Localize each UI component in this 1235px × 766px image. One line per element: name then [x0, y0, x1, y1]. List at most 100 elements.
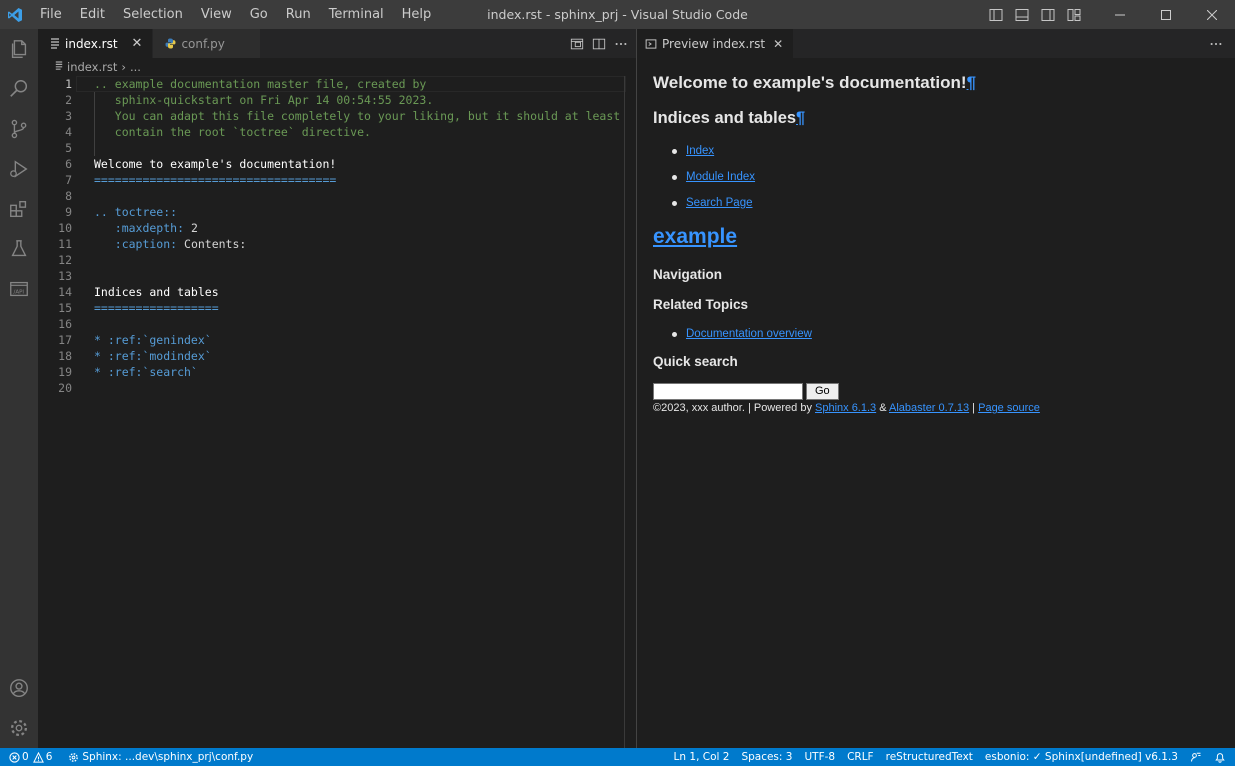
- code-line[interactable]: 13: [38, 268, 628, 284]
- code-line[interactable]: 11 :caption: Contents:: [38, 236, 628, 252]
- feedback-icon[interactable]: [1184, 748, 1208, 766]
- gear-icon: [68, 752, 79, 763]
- code-line[interactable]: 12: [38, 252, 628, 268]
- run-debug-icon[interactable]: [0, 149, 38, 189]
- testing-icon[interactable]: [0, 229, 38, 269]
- menu-selection[interactable]: Selection: [114, 0, 192, 29]
- go-button[interactable]: Go: [806, 383, 839, 400]
- notifications-bell-icon[interactable]: [1208, 748, 1235, 766]
- close-tab-icon[interactable]: ✕: [132, 36, 143, 51]
- sphinx-link[interactable]: Sphinx 6.1.3: [815, 402, 876, 414]
- quick-search-input[interactable]: [653, 383, 803, 400]
- eol-status[interactable]: CRLF: [841, 748, 880, 766]
- code-line[interactable]: 20: [38, 380, 628, 396]
- code-line[interactable]: 18 * :ref:`modindex`: [38, 348, 628, 364]
- problems-status[interactable]: 0 6: [0, 748, 58, 766]
- manage-gear-icon[interactable]: [0, 708, 38, 748]
- api-icon[interactable]: /API: [0, 269, 38, 309]
- source-control-icon[interactable]: [0, 109, 38, 149]
- code-token: .. toctree::: [94, 205, 178, 219]
- code-text: contain the root `toctree` directive.: [94, 124, 371, 140]
- code-line[interactable]: 7 ===================================: [38, 172, 628, 188]
- tab-preview-index-rst[interactable]: Preview index.rst ✕: [637, 29, 794, 58]
- toggle-primary-sidebar-icon[interactable]: [983, 0, 1009, 29]
- line-number: 12: [58, 253, 72, 267]
- minimize-icon[interactable]: [1097, 0, 1143, 29]
- code-line[interactable]: 2 sphinx-quickstart on Fri Apr 14 00:54:…: [38, 92, 628, 108]
- menu-go[interactable]: Go: [241, 0, 277, 29]
- alabaster-link[interactable]: Alabaster 0.7.13: [889, 402, 969, 414]
- sphinx-config-status[interactable]: Sphinx: ...dev\sphinx_prj\conf.py: [58, 748, 259, 766]
- close-window-icon[interactable]: [1189, 0, 1235, 29]
- search-icon[interactable]: [0, 69, 38, 109]
- code-line[interactable]: 19 * :ref:`search`: [38, 364, 628, 380]
- tab-index-rst[interactable]: index.rst ✕: [38, 29, 154, 58]
- page-source-link[interactable]: Page source: [978, 402, 1040, 414]
- cursor-position-status[interactable]: Ln 1, Col 2: [668, 748, 736, 766]
- code-line[interactable]: 6 Welcome to example's documentation!: [38, 156, 628, 172]
- code-line[interactable]: 16: [38, 316, 628, 332]
- explorer-icon[interactable]: [0, 29, 38, 69]
- index-link[interactable]: Index: [686, 145, 714, 157]
- code-line[interactable]: 10 :maxdepth: 2: [38, 220, 628, 236]
- chevron-right-icon: ›: [121, 60, 126, 74]
- code-line[interactable]: 17 * :ref:`genindex`: [38, 332, 628, 348]
- menu-terminal[interactable]: Terminal: [320, 0, 393, 29]
- preview-icon: [645, 38, 657, 50]
- menu-help[interactable]: Help: [393, 0, 441, 29]
- overview-ruler-border: [624, 76, 625, 748]
- code-token: You can adapt this file completely to yo…: [94, 109, 621, 123]
- toggle-panel-icon[interactable]: [1009, 0, 1035, 29]
- extensions-icon[interactable]: [0, 189, 38, 229]
- module-index-link[interactable]: Module Index: [686, 171, 755, 183]
- toggle-secondary-sidebar-icon[interactable]: [1035, 0, 1061, 29]
- code-line[interactable]: 9 .. toctree::: [38, 204, 628, 220]
- more-actions-icon[interactable]: [1209, 29, 1223, 58]
- permalink[interactable]: ¶: [796, 109, 805, 127]
- menu-run[interactable]: Run: [277, 0, 320, 29]
- more-actions-icon[interactable]: [610, 33, 632, 55]
- search-page-link[interactable]: Search Page: [686, 197, 753, 209]
- language-mode-status[interactable]: reStructuredText: [880, 748, 979, 766]
- navigation-heading: Navigation: [653, 267, 723, 282]
- line-number: 19: [58, 365, 72, 379]
- encoding-status[interactable]: UTF-8: [798, 748, 841, 766]
- code-line[interactable]: 5: [38, 140, 628, 156]
- line-number: 8: [65, 189, 72, 203]
- code-text: ==================: [94, 300, 219, 316]
- index-link-list: Index Module Index Search Page: [669, 143, 755, 221]
- code-line[interactable]: 3 You can adapt this file completely to …: [38, 108, 628, 124]
- maximize-icon[interactable]: [1143, 0, 1189, 29]
- breadcrumb-file[interactable]: index.rst: [67, 60, 117, 74]
- activity-bar: /API: [0, 29, 38, 748]
- code-token: sphinx-quickstart on Fri Apr 14 00:54:55…: [94, 93, 434, 107]
- code-token: * :ref:`genindex`: [94, 333, 212, 347]
- vscode-logo-icon: [0, 0, 29, 29]
- breadcrumb: index.rst › ...: [38, 58, 636, 76]
- line-number: 18: [58, 349, 72, 363]
- menu-edit[interactable]: Edit: [71, 0, 114, 29]
- line-number: 1: [65, 77, 72, 91]
- customize-layout-icon[interactable]: [1061, 0, 1087, 29]
- menu-view[interactable]: View: [192, 0, 241, 29]
- permalink[interactable]: ¶: [967, 73, 976, 92]
- tab-conf-py[interactable]: conf.py ✕: [153, 29, 261, 58]
- code-line[interactable]: 8: [38, 188, 628, 204]
- line-number: 20: [58, 381, 72, 395]
- code-line[interactable]: 14 Indices and tables: [38, 284, 628, 300]
- code-line[interactable]: 4 contain the root `toctree` directive.: [38, 124, 628, 140]
- accounts-icon[interactable]: [0, 668, 38, 708]
- code-line[interactable]: 1 .. example documentation master file, c…: [38, 76, 628, 92]
- related-link-list: Documentation overview: [669, 326, 812, 352]
- code-editor[interactable]: 1 .. example documentation master file, c…: [38, 76, 636, 748]
- open-preview-icon[interactable]: [566, 33, 588, 55]
- documentation-overview-link[interactable]: Documentation overview: [686, 328, 812, 340]
- breadcrumb-symbol[interactable]: ...: [130, 60, 141, 74]
- indentation-status[interactable]: Spaces: 3: [735, 748, 798, 766]
- esbonio-status[interactable]: esbonio: ✓ Sphinx[undefined] v6.1.3: [979, 748, 1184, 766]
- close-tab-icon[interactable]: ✕: [773, 37, 783, 51]
- code-line[interactable]: 15 ==================: [38, 300, 628, 316]
- menu-file[interactable]: File: [31, 0, 71, 29]
- split-editor-icon[interactable]: [588, 33, 610, 55]
- brand-link[interactable]: example: [653, 225, 737, 249]
